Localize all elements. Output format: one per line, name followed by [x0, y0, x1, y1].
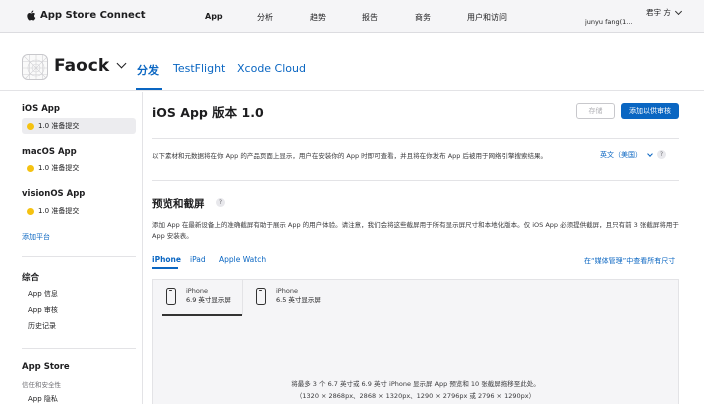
sidebar-item-macos-version[interactable]: 1.0 准备提交: [22, 160, 136, 176]
nav-analytics[interactable]: 分析: [257, 12, 273, 23]
add-for-review-button[interactable]: 添加以供审核: [621, 103, 679, 119]
tab-testflight[interactable]: TestFlight: [173, 62, 225, 75]
sidebar-item-app-info[interactable]: App 信息: [28, 289, 58, 299]
tab-xcode-cloud[interactable]: Xcode Cloud: [237, 62, 306, 75]
size-separator: [242, 279, 243, 315]
divider: [152, 138, 679, 139]
nav-reports[interactable]: 报告: [362, 12, 378, 23]
nav-trends[interactable]: 趋势: [310, 12, 326, 23]
brand-name: App Store Connect: [40, 10, 146, 21]
language-label: 英文（美国）: [600, 151, 642, 159]
sidebar-item-label: 1.0 准备提交: [38, 164, 80, 172]
sidebar-appstore-title: App Store: [22, 362, 70, 372]
user-menu[interactable]: 君宇 方: [646, 7, 682, 18]
size-option-6-5[interactable]: iPhone 6.5 英寸显示屏: [256, 287, 321, 305]
sidebar-ios-title: iOS App: [22, 104, 60, 114]
section-description: 添加 App 在最新设备上的准确截屏有助于展示 App 的用户体验。请注意，我们…: [152, 221, 679, 240]
brand[interactable]: App Store Connect: [26, 10, 146, 21]
size-label: 6.5 英寸显示屏: [276, 296, 321, 304]
sidebar-item-label: 1.0 准备提交: [38, 122, 80, 130]
size-option-6-9[interactable]: iPhone 6.9 英寸显示屏: [166, 287, 231, 305]
chevron-down-icon: [647, 150, 653, 157]
sidebar-divider: [22, 348, 136, 349]
language-select[interactable]: 英文（美国）: [600, 150, 653, 160]
tab-distribution[interactable]: 分发: [137, 62, 159, 78]
metadata-description: 以下素材和元数据将在你 App 的产品页面上显示，用户在安装你的 App 时即可…: [152, 152, 547, 160]
size-label: 6.9 英寸显示屏: [186, 296, 231, 304]
sidebar-visionos-title: visionOS App: [22, 189, 86, 199]
user-name: 君宇 方: [646, 8, 671, 17]
sidebar-item-label: 1.0 准备提交: [38, 207, 80, 215]
page-title: iOS App 版本 1.0: [152, 105, 264, 120]
sidebar-divider: [22, 256, 136, 257]
chevron-down-icon: [116, 58, 127, 69]
status-dot-icon: [27, 207, 34, 215]
apple-logo-icon: [27, 10, 36, 21]
size-device: iPhone: [276, 287, 298, 295]
drop-zone-dimensions: （1320 × 2868px、2868 × 1320px、1290 × 2796…: [295, 392, 536, 400]
help-icon[interactable]: ?: [657, 150, 666, 159]
nav-business[interactable]: 商务: [415, 12, 431, 23]
active-tab-indicator: [136, 88, 162, 90]
sidebar-item-history[interactable]: 历史记录: [28, 321, 56, 331]
tab-apple-watch[interactable]: Apple Watch: [219, 255, 266, 264]
sidebar-item-app-privacy[interactable]: App 隐私: [28, 394, 58, 404]
sidebar-macos-title: macOS App: [22, 147, 77, 157]
help-icon[interactable]: ?: [216, 198, 225, 207]
status-dot-icon: [27, 122, 34, 130]
sidebar-item-ios-version[interactable]: 1.0 准备提交: [22, 118, 136, 134]
sidebar-general-title: 综合: [22, 273, 40, 283]
active-device-tab-indicator: [152, 267, 178, 269]
divider: [152, 180, 679, 181]
top-navigation-bar: App Store Connect App 分析 趋势 报告 商务 用户和访问 …: [0, 0, 704, 33]
media-manager-link[interactable]: 在“媒体管理”中查看所有尺寸: [584, 256, 675, 266]
app-switcher[interactable]: Faock: [54, 56, 127, 76]
tab-iphone[interactable]: iPhone: [152, 255, 181, 264]
sidebar-item-visionos-version[interactable]: 1.0 准备提交: [22, 203, 136, 219]
selected-size-indicator: [162, 314, 242, 316]
tab-ipad[interactable]: iPad: [190, 255, 206, 264]
size-device: iPhone: [186, 287, 208, 295]
sidebar-trust-safety: 信任和安全性: [22, 381, 61, 389]
status-dot-icon: [27, 164, 34, 172]
drop-zone-instruction[interactable]: 将最多 3 个 6.7 英寸或 6.9 英寸 iPhone 显示屏 App 预览…: [152, 378, 679, 388]
sidebar: [0, 92, 143, 404]
save-button[interactable]: 存储: [576, 103, 615, 119]
add-platform-link[interactable]: 添加平台: [22, 232, 50, 242]
iphone-icon: [256, 287, 266, 305]
app-icon: [22, 54, 48, 80]
nav-users-access[interactable]: 用户和访问: [467, 12, 507, 23]
sidebar-item-app-review[interactable]: App 审核: [28, 305, 58, 315]
chevron-down-icon: [674, 7, 682, 15]
nav-app[interactable]: App: [205, 12, 223, 21]
user-account: junyu fang(1...: [585, 18, 633, 26]
section-title: 预览和截屏: [152, 198, 205, 210]
iphone-icon: [166, 287, 176, 305]
app-name: Faock: [54, 56, 110, 76]
app-icon-grid-icon: [23, 55, 47, 79]
